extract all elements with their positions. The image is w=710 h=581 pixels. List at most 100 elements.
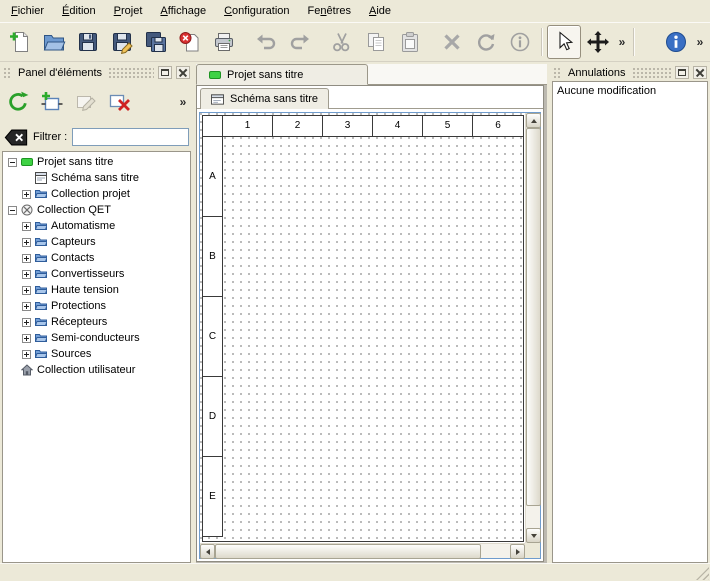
scroll-right-button[interactable] (510, 544, 525, 559)
resize-grip-icon[interactable] (696, 567, 709, 580)
close-panel-button[interactable] (176, 66, 190, 79)
scroll-up-button[interactable] (526, 113, 541, 128)
diagram-canvas[interactable]: 123456 ABCDE (200, 113, 525, 543)
new-document-icon (8, 30, 32, 54)
undo-button[interactable] (249, 25, 283, 59)
folder-icon (35, 252, 47, 264)
tab-projet-sans-titre[interactable]: Projet sans titre (196, 64, 368, 85)
elements-panel-titlebar[interactable]: Panel d'éléments (0, 64, 193, 81)
new-project-button[interactable] (3, 25, 37, 59)
tree-item-sources[interactable]: Sources (3, 346, 190, 362)
toolbar-overflow-button[interactable]: » (693, 35, 707, 49)
tree-item-collection-utilisateur[interactable]: Collection utilisateur (3, 362, 190, 378)
menu-item-configuration[interactable]: Configuration (215, 1, 298, 21)
expand-icon[interactable] (22, 302, 31, 311)
tree-item-semi-conducteurs[interactable]: Semi-conducteurs (3, 330, 190, 346)
expand-icon[interactable] (22, 334, 31, 343)
collapse-icon[interactable] (8, 158, 17, 167)
project-icon (21, 156, 33, 168)
scroll-left-button[interactable] (200, 544, 215, 559)
menu-item-projet[interactable]: Projet (105, 1, 152, 21)
save-as-button[interactable] (105, 25, 139, 59)
copy-button[interactable] (359, 25, 393, 59)
expand-icon[interactable] (22, 318, 31, 327)
save-all-button[interactable] (139, 25, 173, 59)
menu-item-fichier[interactable]: Fichier (2, 1, 53, 21)
status-bar (0, 563, 710, 581)
tree-item-schema-sans-titre[interactable]: Schéma sans titre (3, 170, 190, 186)
tree-item-haute-tension[interactable]: Haute tension (3, 282, 190, 298)
tree-item-convertisseurs[interactable]: Convertisseurs (3, 266, 190, 282)
diagram-icon (211, 94, 224, 105)
dock-grip (108, 67, 154, 78)
folder-icon (35, 220, 47, 232)
menu-item-affichage[interactable]: Affichage (151, 1, 215, 21)
menu-item-aide[interactable]: Aide (360, 1, 400, 21)
tab-schema-sans-titre[interactable]: Schéma sans titre (200, 88, 329, 109)
column-header: 1 (223, 116, 273, 137)
delete-button[interactable] (435, 25, 469, 59)
expand-icon[interactable] (22, 350, 31, 359)
rotate-button[interactable] (469, 25, 503, 59)
vertical-scroll-thumb[interactable] (526, 128, 541, 506)
tree-item-recepteurs[interactable]: Récepteurs (3, 314, 190, 330)
undo-panel-titlebar[interactable]: Annulations (550, 64, 710, 81)
paste-button[interactable] (393, 25, 427, 59)
save-button[interactable] (71, 25, 105, 59)
tree-item-contacts[interactable]: Contacts (3, 250, 190, 266)
dock-grip[interactable] (553, 67, 562, 78)
horizontal-scrollbar[interactable] (200, 543, 525, 558)
expand-icon[interactable] (22, 254, 31, 263)
tree-item-capteurs[interactable]: Capteurs (3, 234, 190, 250)
toolbar-separator (633, 28, 635, 56)
toolbar-overflow-button[interactable]: » (615, 35, 629, 49)
about-qet-button[interactable] (659, 25, 693, 59)
tree-item-collection-qet[interactable]: Collection QET (3, 202, 190, 218)
folder-icon (35, 236, 47, 248)
open-project-button[interactable] (37, 25, 71, 59)
scroll-down-button[interactable] (526, 528, 541, 543)
clear-filter-button[interactable] (4, 129, 28, 146)
print-button[interactable] (207, 25, 241, 59)
float-panel-button[interactable] (158, 66, 172, 79)
delete-element-button[interactable] (105, 87, 135, 117)
vertical-scrollbar[interactable] (525, 113, 540, 543)
close-project-icon (178, 30, 202, 54)
tree-item-collection-projet[interactable]: Collection projet (3, 186, 190, 202)
expand-icon[interactable] (22, 190, 31, 199)
arrow-down-icon (531, 534, 537, 538)
menu-item-edition[interactable]: Édition (53, 1, 105, 21)
tree-item-automatisme[interactable]: Automatisme (3, 218, 190, 234)
cut-button[interactable] (325, 25, 359, 59)
edit-element-icon (74, 90, 98, 114)
column-header: 6 (473, 116, 523, 137)
redo-button[interactable] (283, 25, 317, 59)
expand-icon[interactable] (22, 286, 31, 295)
new-element-button[interactable] (37, 87, 67, 117)
collapse-icon[interactable] (8, 206, 17, 215)
horizontal-scroll-thumb[interactable] (215, 544, 481, 559)
folder-icon (35, 284, 47, 296)
tree-item-projet-sans-titre[interactable]: Projet sans titre (3, 154, 190, 170)
edit-element-button[interactable] (71, 87, 101, 117)
expand-icon[interactable] (22, 238, 31, 247)
panel-overflow-button[interactable]: » (176, 95, 190, 109)
dock-grip[interactable] (3, 67, 12, 78)
menu-bar: FichierÉditionProjetAffichageConfigurati… (0, 0, 710, 22)
select-tool-button[interactable] (547, 25, 581, 59)
move-arrows-icon (586, 30, 610, 54)
move-tool-button[interactable] (581, 25, 615, 59)
close-panel-button[interactable] (693, 66, 707, 79)
filter-input[interactable] (72, 128, 189, 146)
expand-icon[interactable] (22, 270, 31, 279)
expand-icon[interactable] (22, 222, 31, 231)
reload-collections-button[interactable] (3, 87, 33, 117)
tree-item-protections[interactable]: Protections (3, 298, 190, 314)
project-tab-bar: Projet sans titre (196, 64, 547, 85)
float-panel-button[interactable] (675, 66, 689, 79)
delete-element-icon (108, 90, 132, 114)
element-info-button[interactable] (503, 25, 537, 59)
menu-item-fenetres[interactable]: Fenêtres (299, 1, 360, 21)
close-project-button[interactable] (173, 25, 207, 59)
dock-grip (632, 67, 672, 78)
